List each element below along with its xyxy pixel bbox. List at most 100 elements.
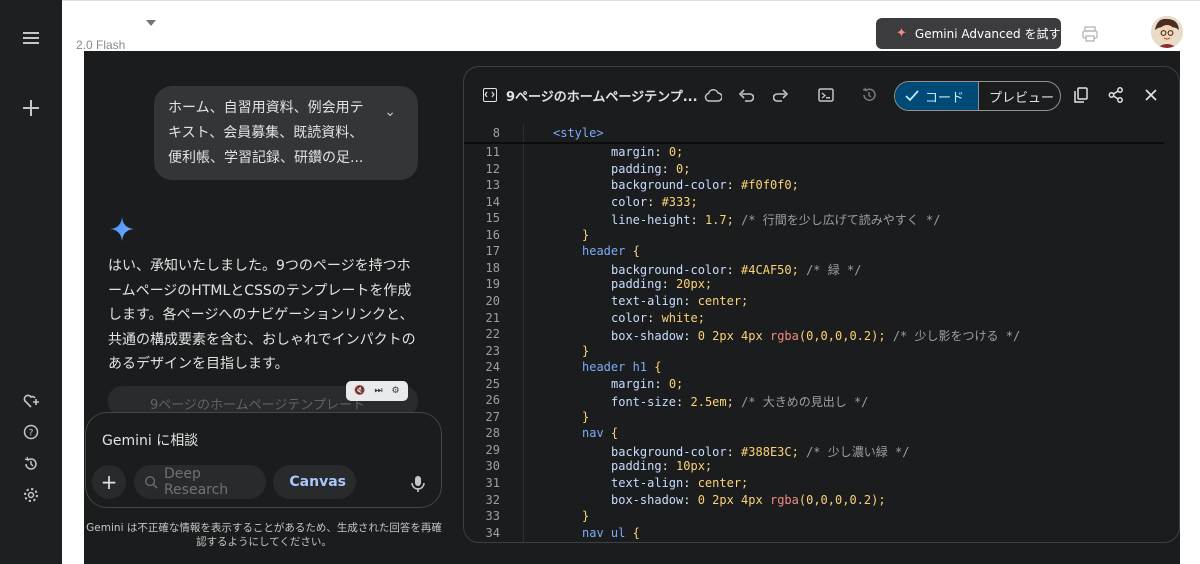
code-line-text: <style>: [553, 126, 604, 140]
reply-line: あるデザインを目指します。: [108, 356, 289, 372]
code-line: background-color: #f0f0f0;: [611, 178, 799, 193]
copy-icon[interactable]: [1071, 86, 1091, 104]
cloud-save-icon[interactable]: [703, 86, 723, 104]
mute-icon[interactable]: 🔇: [354, 386, 365, 396]
code-line: }: [582, 509, 590, 524]
editor-toolbar: 9ページのホームページテンプ... コード プレビュー: [464, 67, 1179, 124]
upgrade-button[interactable]: ✦ Gemini Advanced を試す: [876, 18, 1061, 49]
expand-chevron-icon[interactable]: ⌄: [384, 100, 396, 125]
view-toggle: コード プレビュー: [894, 81, 1061, 111]
activity-icon[interactable]: [17, 450, 45, 478]
settings-icon[interactable]: [17, 481, 45, 509]
microphone-icon[interactable]: [411, 476, 425, 492]
history-icon[interactable]: [859, 86, 879, 104]
line-number: 23: [485, 343, 500, 358]
menu-icon[interactable]: [17, 24, 45, 52]
code-line: }: [582, 343, 590, 358]
left-rail: ?: [0, 0, 62, 564]
canvas-editor-panel: 9ページのホームページテンプ... コード プレビュー 8 <style> 11…: [463, 66, 1180, 543]
gemini-app: ホーム、自習用資料、例会用テ キスト、会員募集、既読資料、 便利帳、学習記録、研…: [84, 51, 1180, 564]
line-number: 25: [485, 376, 500, 391]
sparkle-icon: ✦: [896, 26, 907, 41]
reply-line: 共通の構成要素を含む、おしゃれでインパクトの: [108, 331, 416, 348]
prompt-input[interactable]: Gemini に相談: [102, 430, 198, 450]
line-number: 27: [485, 409, 500, 424]
close-icon[interactable]: [1141, 86, 1161, 104]
upgrade-label: Gemini Advanced を試す: [914, 27, 1061, 41]
gutter-divider: [523, 124, 524, 542]
code-line: header {: [582, 244, 640, 259]
add-attachment-button[interactable]: +: [92, 465, 126, 499]
code-line: text-align: center;: [611, 293, 749, 308]
doc-title[interactable]: 9ページのホームページテンプ...: [506, 86, 698, 105]
line-number: 17: [485, 244, 500, 259]
user-prompt-bubble[interactable]: ホーム、自習用資料、例会用テ キスト、会員募集、既読資料、 便利帳、学習記録、研…: [154, 86, 418, 180]
gem-manager-icon[interactable]: [17, 387, 45, 415]
undo-icon[interactable]: [736, 86, 756, 104]
code-line: }: [582, 227, 590, 242]
console-icon[interactable]: [816, 86, 836, 104]
reply-line: はい、承知いたしました。9つのページを持つホ: [108, 258, 411, 274]
line-number: 13: [485, 178, 500, 193]
line-number: 28: [485, 426, 500, 441]
tab-code[interactable]: コード: [895, 82, 979, 110]
line-number: 20: [485, 293, 500, 308]
disclaimer-line: Gemini は不正確な情報を表示することがあるため、生成された回答を再確: [86, 522, 442, 534]
code-line: color: white;: [611, 310, 705, 325]
line-number: 18: [485, 260, 500, 275]
code-line: margin: 0;: [611, 376, 684, 391]
line-number: 21: [485, 310, 500, 325]
tab-code-label: コード: [925, 90, 965, 106]
avatar[interactable]: [1151, 16, 1183, 48]
line-number: 26: [485, 393, 500, 408]
deep-research-label: Deep Research: [163, 466, 229, 498]
reply-line: ームページのHTMLとCSSのテンプレートを作成: [108, 282, 412, 299]
new-chat-icon[interactable]: [17, 94, 45, 122]
line-number: 34: [485, 525, 500, 540]
code-editor[interactable]: 8 <style> 11 margin: 0; 12 padding: 0; 13 bac…: [464, 124, 1179, 542]
code-line: margin: 0;: [611, 145, 684, 159]
canvas-button[interactable]: Canvas: [273, 465, 356, 499]
line-number: 30: [485, 459, 500, 474]
code-line: padding: 10px;: [611, 459, 713, 474]
line-number: 12: [485, 161, 500, 176]
code-line: }: [582, 409, 590, 424]
line-number: 14: [485, 194, 500, 209]
check-icon: [905, 90, 919, 102]
code-line: color: #333;: [611, 194, 698, 209]
line-number: 29: [485, 442, 500, 457]
code-line: <style>: [553, 126, 604, 140]
code-line: box-shadow: 0 2px 4px rgba(0,0,0,0.2);: [611, 492, 886, 507]
model-dropdown-caret-icon[interactable]: [146, 20, 156, 26]
model-name[interactable]: 2.0 Flash: [76, 38, 125, 52]
user-prompt-line: キスト、会員募集、既読資料、: [168, 125, 364, 141]
prompt-input-box[interactable]: Gemini に相談 + Deep Research Canvas: [85, 412, 442, 508]
share-icon[interactable]: [1106, 86, 1126, 104]
canvas-label: Canvas: [289, 474, 346, 490]
line-number: 11: [485, 145, 500, 159]
tab-preview[interactable]: プレビュー: [979, 82, 1060, 110]
code-doc-icon: [483, 88, 497, 102]
code-line: box-shadow: 0 2px 4px rgba(0,0,0,0.2); /…: [611, 329, 1021, 344]
code-line: header h1 {: [582, 360, 662, 375]
tts-settings-icon[interactable]: ⚙: [391, 386, 399, 396]
deep-research-icon: [145, 476, 158, 489]
code-line: line-height: 1.7; /* 行間を少し広げて読みやすく */: [611, 213, 941, 228]
line-number: 19: [485, 277, 500, 292]
line-number: 32: [485, 492, 500, 507]
redo-icon[interactable]: [771, 86, 791, 104]
line-number: 24: [485, 360, 500, 375]
deep-research-button[interactable]: Deep Research: [134, 465, 266, 499]
code-line: nav ul {: [582, 525, 640, 540]
line-number: 33: [485, 509, 500, 524]
disclaimer: Gemini は不正確な情報を表示することがあるため、生成された回答を再確 認す…: [84, 521, 444, 549]
print-icon[interactable]: [1081, 25, 1099, 43]
user-prompt-line: 便利帳、学習記録、研鑽の足...: [168, 150, 364, 166]
skip-icon[interactable]: ⏭: [375, 386, 383, 396]
svg-text:?: ?: [29, 429, 34, 439]
tab-preview-label: プレビュー: [989, 90, 1055, 106]
line-number: 15: [485, 211, 500, 226]
sticky-scroll-separator: [464, 142, 1164, 144]
canvas-doc-card-title: 9ページのホームページテンプレート: [150, 398, 365, 413]
help-icon[interactable]: ?: [17, 418, 45, 446]
